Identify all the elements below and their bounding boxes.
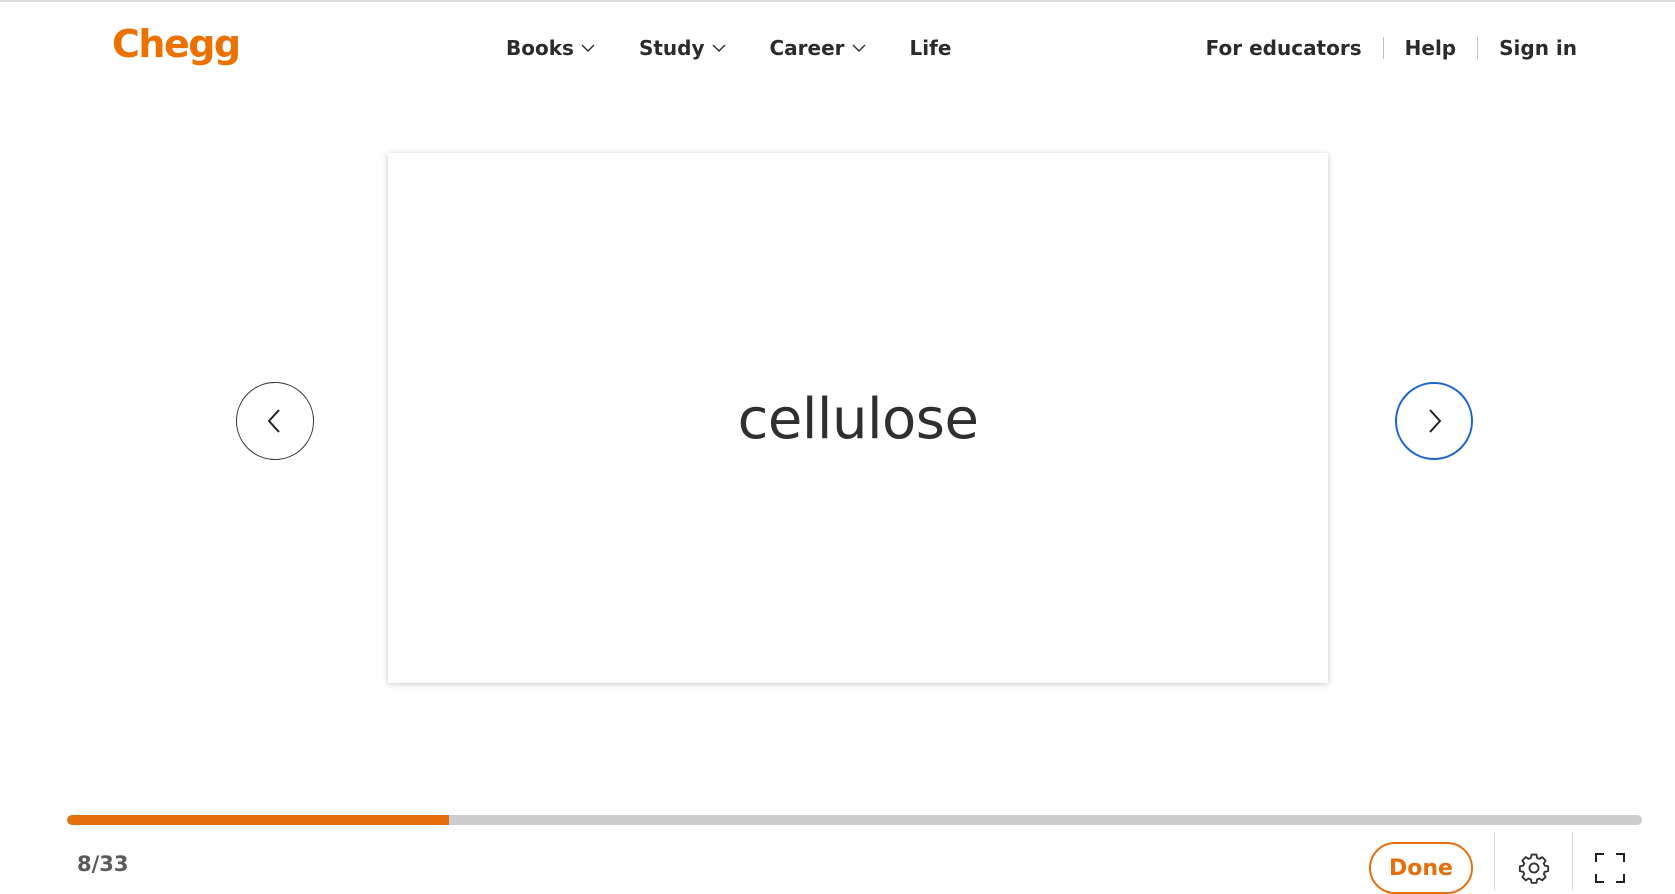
divider xyxy=(1494,832,1495,890)
chevron-right-icon xyxy=(1429,409,1442,433)
top-border xyxy=(0,0,1675,2)
progress-bar xyxy=(67,815,1642,825)
previous-card-button[interactable] xyxy=(236,382,314,460)
gear-icon xyxy=(1518,853,1550,884)
chevron-down-icon xyxy=(581,44,595,52)
nav-books[interactable]: Books xyxy=(506,36,595,60)
help-link[interactable]: Help xyxy=(1405,36,1456,60)
card-counter: 8/33 xyxy=(77,852,129,876)
done-button[interactable]: Done xyxy=(1369,842,1473,894)
sign-in-link[interactable]: Sign in xyxy=(1499,36,1577,60)
fullscreen-icon xyxy=(1595,853,1625,883)
nav-career[interactable]: Career xyxy=(770,36,866,60)
flashcard[interactable]: cellulose xyxy=(388,153,1328,683)
nav-life-label: Life xyxy=(909,36,952,60)
fullscreen-button[interactable] xyxy=(1590,848,1630,888)
account-nav: For educators Help Sign in xyxy=(1206,36,1577,60)
main-nav: Books Study Career Life xyxy=(506,36,995,60)
divider xyxy=(1572,832,1573,890)
nav-study-label: Study xyxy=(638,36,705,60)
for-educators-link[interactable]: For educators xyxy=(1206,36,1362,60)
chevron-down-icon xyxy=(852,44,866,52)
flashcard-term: cellulose xyxy=(737,386,979,452)
divider xyxy=(1477,37,1479,59)
nav-life[interactable]: Life xyxy=(910,36,952,60)
nav-study[interactable]: Study xyxy=(639,36,726,60)
settings-button[interactable] xyxy=(1514,848,1554,888)
chevron-left-icon xyxy=(267,409,280,433)
divider xyxy=(1382,37,1384,59)
progress-bar-fill xyxy=(67,815,449,825)
chevron-down-icon xyxy=(712,44,725,52)
next-card-button[interactable] xyxy=(1395,382,1473,460)
chegg-logo[interactable]: Chegg xyxy=(112,22,241,66)
nav-career-label: Career xyxy=(769,36,845,60)
nav-books-label: Books xyxy=(506,36,574,60)
